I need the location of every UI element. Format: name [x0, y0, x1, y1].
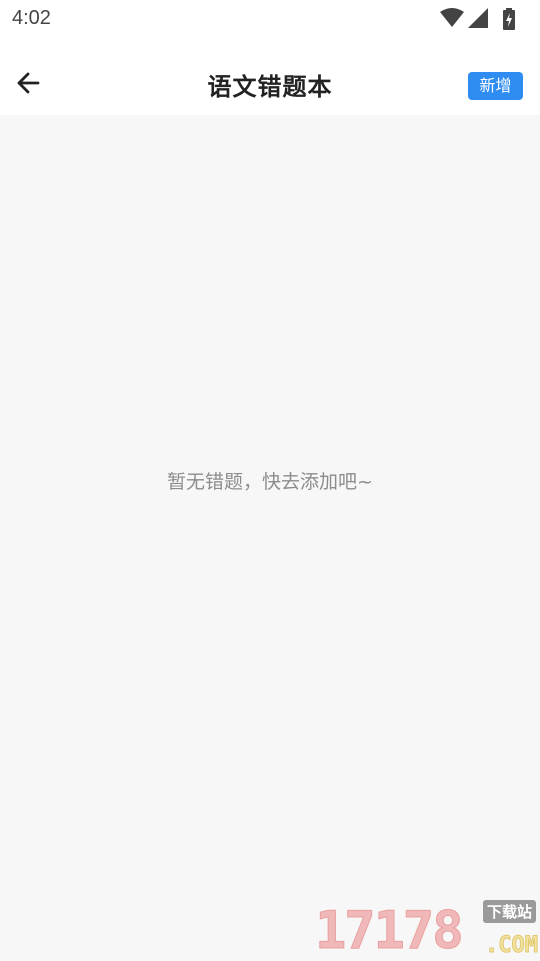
wifi-icon [440, 8, 464, 28]
status-time: 4:02 [12, 7, 51, 30]
status-bar: 4:02 [0, 0, 540, 48]
battery-charging-icon [502, 8, 516, 30]
cell-signal-icon [468, 8, 490, 28]
watermark-domain: .COM [485, 933, 538, 958]
watermark-logo: 17178 下载站 .COM [315, 900, 540, 960]
watermark-site-label: 下载站 [483, 900, 536, 923]
app-bar: 语文错题本 新增 [0, 48, 540, 115]
add-button[interactable]: 新增 [468, 72, 523, 100]
watermark-digits: 17178 [315, 902, 462, 960]
empty-state-message: 暂无错题，快去添加吧~ [0, 467, 540, 494]
content-area: 暂无错题，快去添加吧~ [0, 115, 540, 960]
page-title: 语文错题本 [0, 67, 540, 102]
